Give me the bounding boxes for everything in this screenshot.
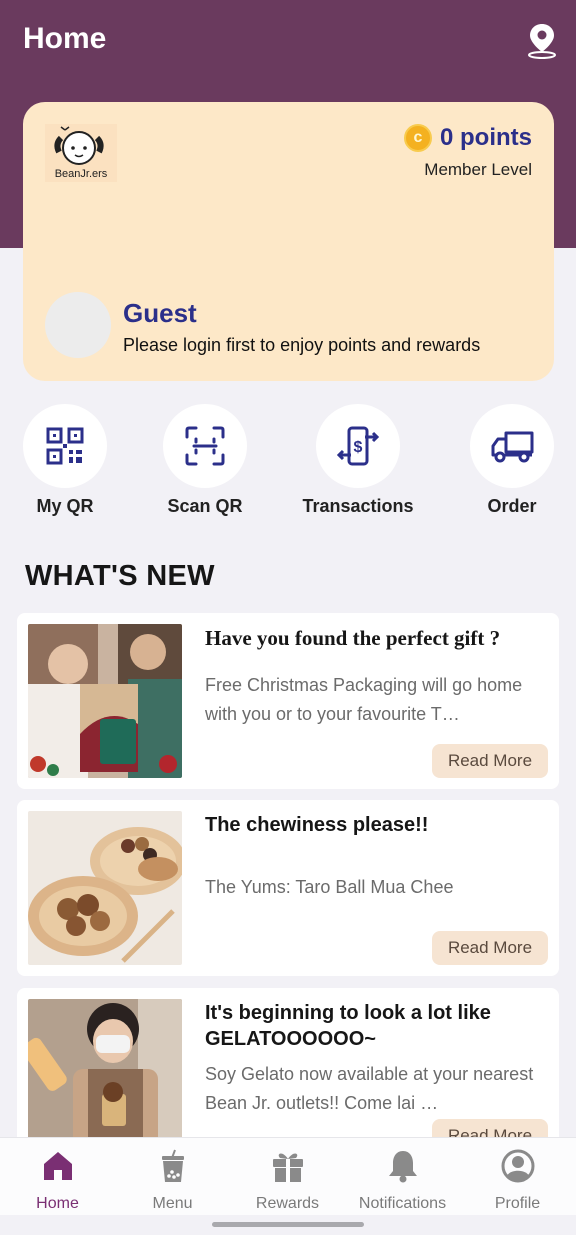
member-card[interactable]: BeanJr.ers c 0 points Member Level Guest… [23, 102, 554, 381]
tab-rewards-label: Rewards [255, 1195, 320, 1212]
order-label: Order [487, 496, 537, 516]
scan-qr-button[interactable]: Scan QR [162, 404, 248, 517]
my-qr-circle[interactable] [23, 404, 107, 488]
page-title: Home [23, 22, 107, 55]
tab-home[interactable]: Home [0, 1148, 115, 1213]
truck-icon [491, 431, 534, 463]
transactions-button[interactable]: $ Transactions [302, 404, 414, 517]
home-indicator[interactable] [212, 1222, 364, 1227]
scan-qr-label: Scan QR [167, 496, 243, 516]
tab-menu-label: Menu [152, 1195, 193, 1212]
news-item-chewiness[interactable]: The chewiness please!! The Yums: Taro Ba… [17, 800, 559, 976]
guest-name: Guest [123, 298, 197, 328]
transactions-label: Transactions [302, 496, 414, 516]
news-image-gelato [28, 999, 182, 1153]
logo-text: BeanJr.ers [54, 168, 108, 180]
my-qr-button[interactable]: My QR [22, 404, 108, 517]
news-description: Soy Gelato now available at your nearest… [205, 1064, 534, 1113]
tab-profile-label: Profile [494, 1195, 541, 1212]
news-item-gift[interactable]: Have you found the perfect gift ? Free C… [17, 613, 559, 789]
bean-mascot-icon [54, 126, 104, 165]
tab-notifications-label: Notifications [358, 1195, 447, 1212]
points-display: c 0 points [403, 124, 532, 152]
qr-code-icon [46, 427, 84, 465]
my-qr-label: My QR [36, 496, 94, 516]
news-title: Have you found the perfect gift ? [205, 626, 501, 650]
profile-icon [501, 1149, 534, 1183]
member-level-label: Member Level [424, 160, 532, 179]
scan-qr-circle[interactable] [163, 404, 247, 488]
news-image-gift [28, 624, 182, 778]
whats-new-heading: WHAT'S NEW [25, 560, 215, 592]
coin-icon: c [403, 124, 432, 152]
home-icon [43, 1152, 72, 1180]
order-button[interactable]: Order [469, 404, 555, 517]
bottom-tab-bar: Home Menu Rewards Notifications Profile [0, 1137, 576, 1215]
tab-home-label: Home [36, 1195, 79, 1212]
svg-text:$: $ [354, 439, 363, 456]
avatar [45, 292, 111, 358]
tab-notifications[interactable]: Notifications [345, 1148, 460, 1213]
transactions-icon: $ [337, 426, 379, 466]
points-value: 0 points [439, 124, 532, 151]
news-title: The chewiness please!! [205, 814, 429, 836]
tab-menu[interactable]: Menu [115, 1148, 230, 1213]
news-description: Free Christmas Packaging will go home wi… [205, 675, 523, 724]
tab-profile[interactable]: Profile [460, 1148, 575, 1213]
news-title: It's beginning to look a lot like GELATO… [205, 1002, 491, 1050]
read-more-button[interactable]: Read More [432, 931, 548, 965]
scan-icon [185, 426, 225, 466]
brand-logo: BeanJr.ers [45, 124, 117, 182]
bell-icon [388, 1151, 417, 1183]
tab-rewards[interactable]: Rewards [230, 1148, 345, 1213]
order-circle[interactable] [470, 404, 554, 488]
news-image-mua-chee [28, 811, 182, 965]
gift-icon [272, 1153, 303, 1182]
read-more-button[interactable]: Read More [432, 744, 548, 778]
location-pin-icon[interactable] [526, 22, 558, 60]
login-prompt: Please login first to enjoy points and r… [123, 335, 481, 355]
bubble-tea-icon [161, 1149, 184, 1182]
news-description: The Yums: Taro Ball Mua Chee [205, 877, 454, 897]
transactions-circle[interactable]: $ [316, 404, 400, 488]
